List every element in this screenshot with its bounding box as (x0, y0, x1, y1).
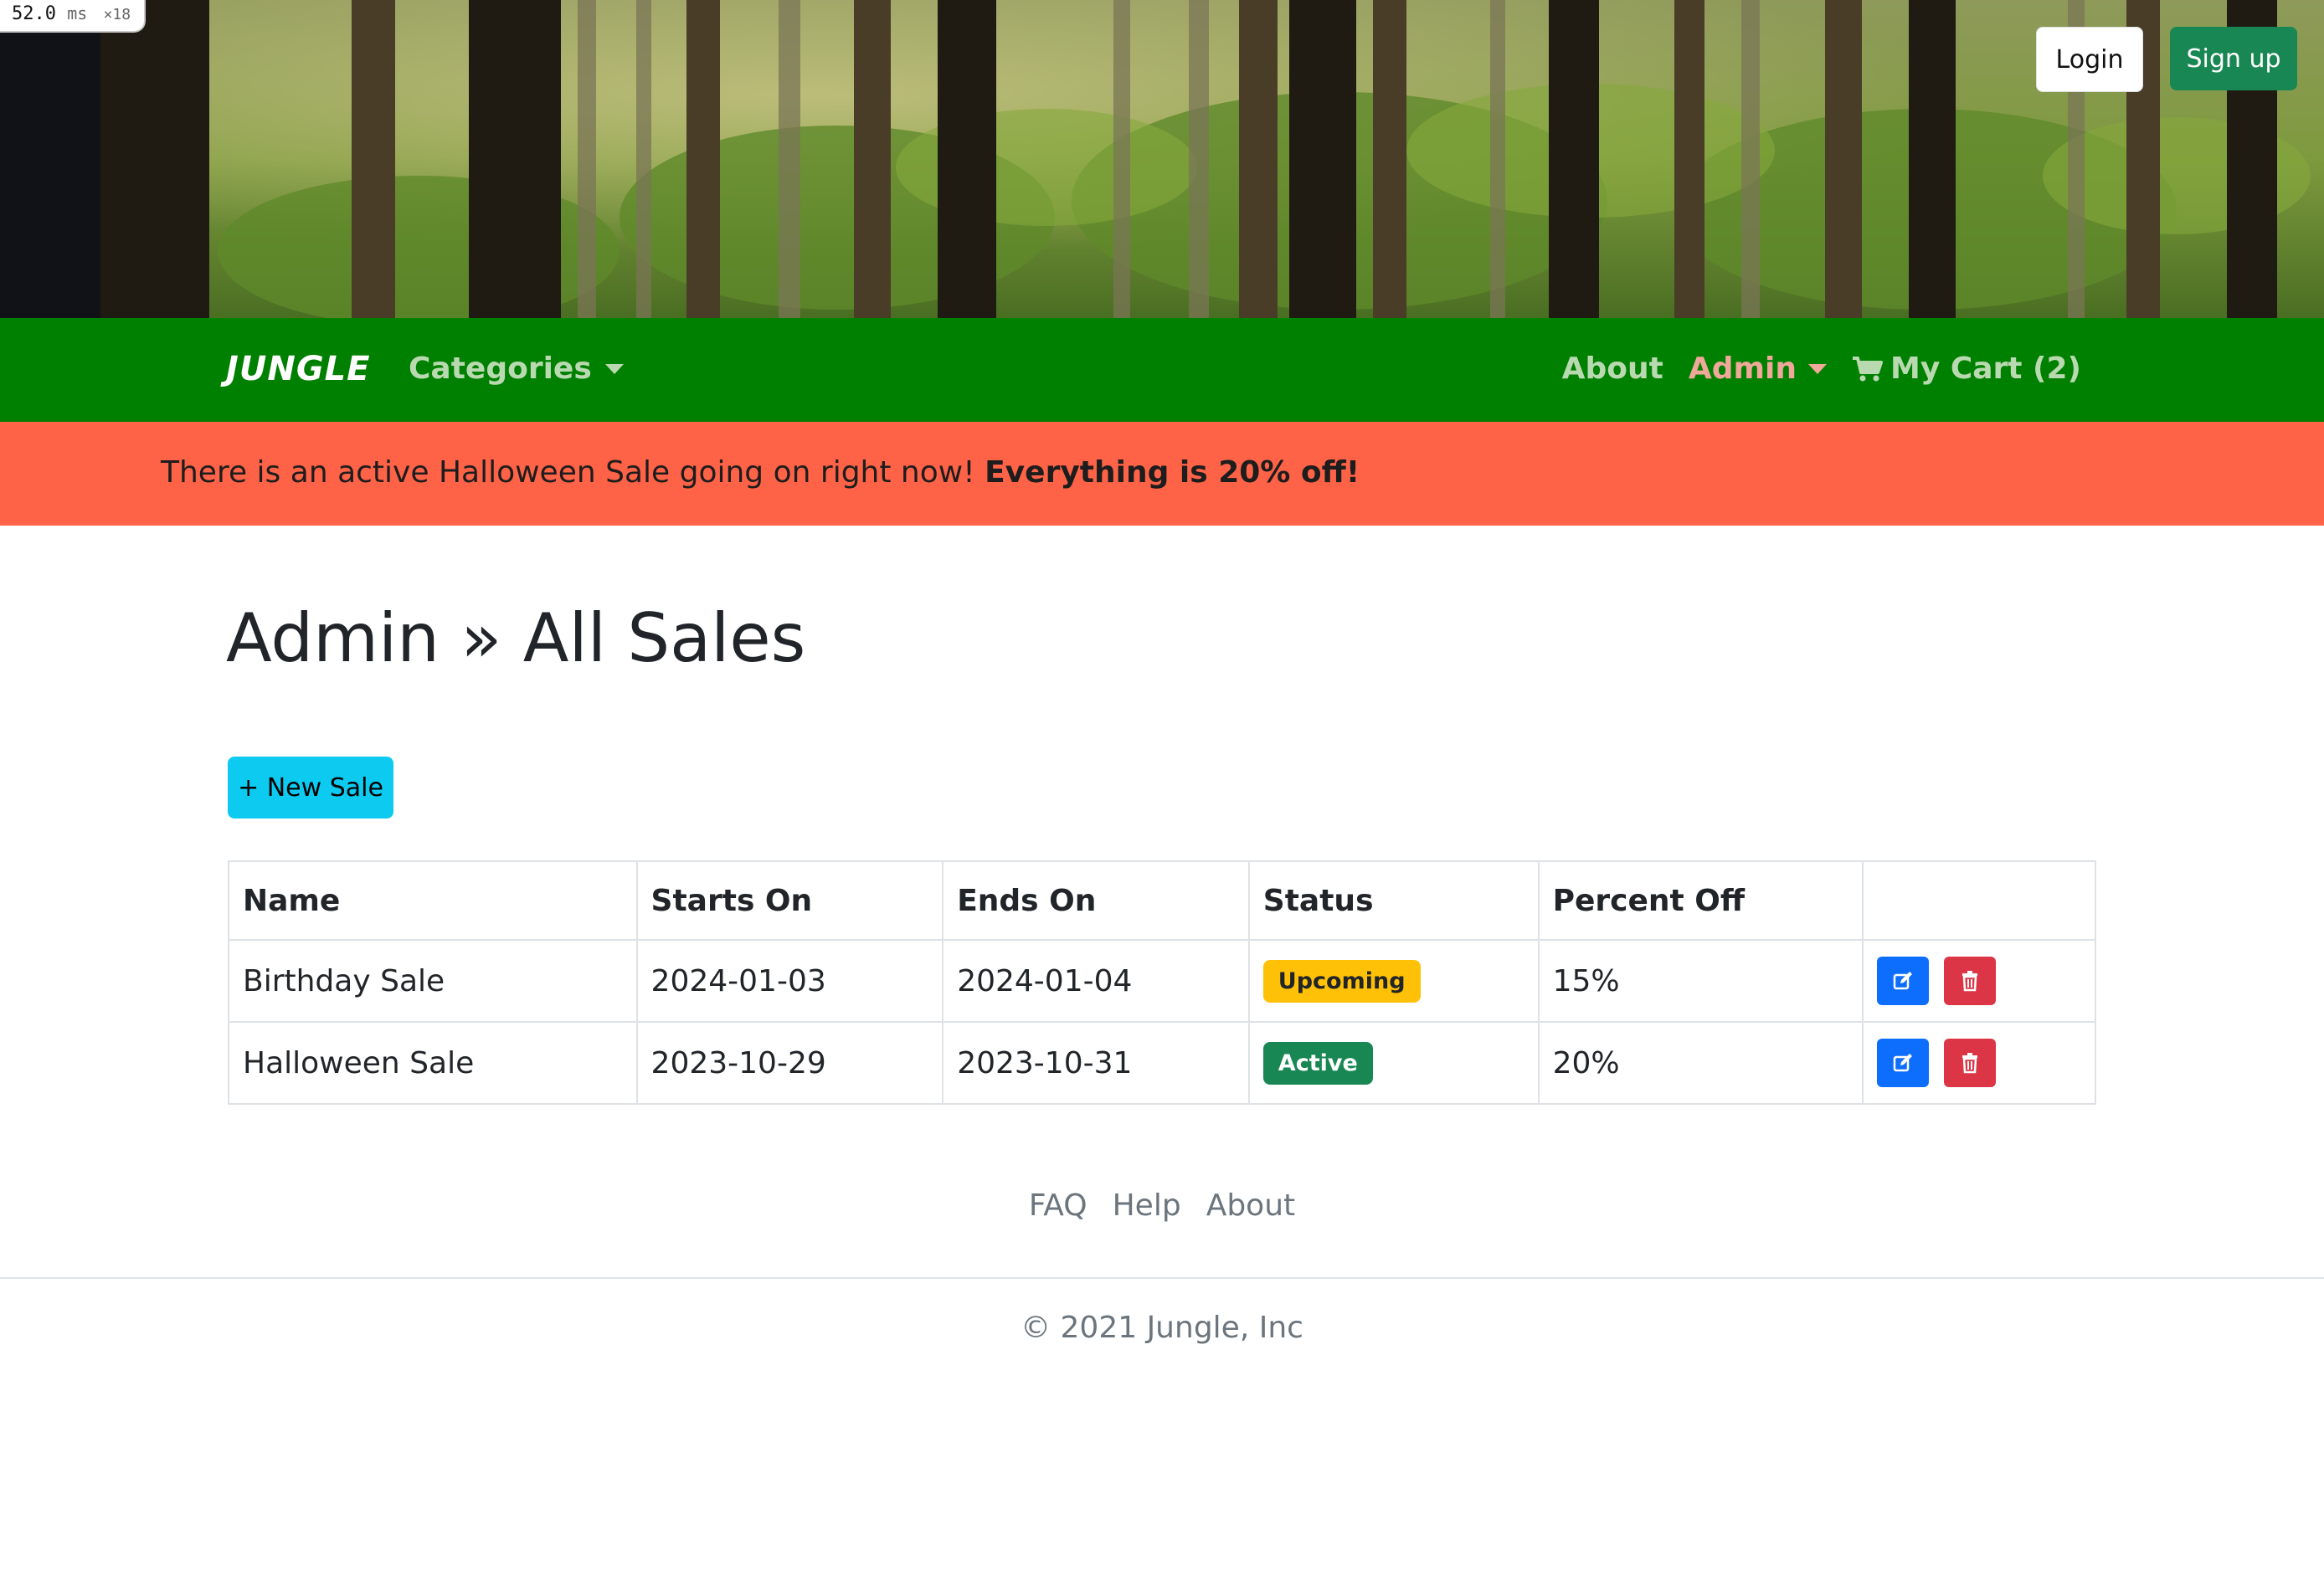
auth-actions: Login Sign up (2036, 27, 2297, 92)
trash-icon (1962, 1053, 1977, 1074)
sale-ends-on: 2023-10-31 (942, 1021, 1250, 1105)
footer-links: FAQ Help About (0, 1188, 2324, 1223)
signup-button[interactable]: Sign up (2170, 27, 2297, 90)
cart-icon (1853, 356, 1883, 381)
delete-sale-button[interactable] (1943, 1039, 1996, 1087)
column-header-percent-off: Percent Off (1537, 860, 1864, 941)
perf-overlay: 52.0 ms ×18 (0, 0, 147, 33)
sale-ends-on: 2024-01-04 (942, 939, 1250, 1023)
sale-name: Birthday Sale (228, 939, 638, 1023)
main-navbar: JUNGLE Categories About Admin My Cart (2… (0, 318, 2324, 422)
edit-sale-button[interactable] (1877, 957, 1930, 1005)
sale-starts-on: 2023-10-29 (635, 1021, 944, 1105)
status-badge: Upcoming (1262, 959, 1421, 1003)
new-sale-button[interactable]: + New Sale (228, 757, 393, 819)
chevron-down-icon (604, 363, 624, 374)
edit-icon (1893, 972, 1913, 990)
sale-banner-emphasis: Everything is 20% off! (985, 455, 1360, 490)
sale-percent-off: 15% (1537, 939, 1864, 1023)
sale-actions-cell (1862, 1021, 2096, 1105)
trash-icon (1962, 971, 1977, 992)
sales-table: Name Starts On Ends On Status Percent Of… (228, 860, 2096, 1105)
brand-logo[interactable]: JUNGLE (226, 350, 370, 388)
sale-status-cell: Active (1247, 1021, 1540, 1105)
edit-icon (1893, 1054, 1913, 1072)
sale-starts-on: 2024-01-03 (635, 939, 944, 1023)
column-header-starts-on: Starts On (635, 860, 944, 941)
chevron-down-icon (1808, 363, 1827, 374)
sale-banner-message: There is an active Halloween Sale going … (161, 455, 975, 490)
nav-categories-label: Categories (409, 352, 592, 386)
hero-forest-image: Login Sign up (0, 0, 2324, 318)
sale-status-cell: Upcoming (1247, 939, 1540, 1023)
footer-link-about[interactable]: About (1206, 1188, 1295, 1223)
column-header-actions (1862, 860, 2096, 941)
nav-about-link[interactable]: About (1562, 352, 1663, 386)
page-title: Admin » All Sales (226, 599, 806, 677)
footer-link-help[interactable]: Help (1113, 1188, 1181, 1223)
perf-multiplier: ×18 (103, 6, 131, 23)
login-button[interactable]: Login (2036, 27, 2143, 92)
table-row: Birthday Sale 2024-01-03 2024-01-04 Upco… (228, 939, 2096, 1023)
nav-admin-label: Admin (1688, 352, 1797, 386)
delete-sale-button[interactable] (1943, 957, 1996, 1005)
nav-admin-dropdown[interactable]: Admin (1689, 352, 1827, 386)
column-header-status: Status (1247, 860, 1540, 941)
table-header-row: Name Starts On Ends On Status Percent Of… (228, 860, 2096, 941)
status-badge: Active (1262, 1041, 1373, 1085)
footer-link-faq[interactable]: FAQ (1029, 1188, 1087, 1223)
footer-divider (0, 1277, 2324, 1279)
nav-cart-link[interactable]: My Cart (2) (1852, 352, 2081, 386)
perf-value: 52.0 (12, 3, 56, 24)
table-row: Halloween Sale 2023-10-29 2023-10-31 Act… (228, 1021, 2096, 1105)
forest-illustration (0, 0, 2324, 318)
nav-right-group: About Admin My Cart (2) (1562, 352, 2081, 386)
sale-percent-off: 20% (1537, 1021, 1864, 1105)
perf-unit: ms (67, 3, 88, 23)
copyright-text: © 2021 Jungle, Inc (1021, 1311, 1303, 1345)
sale-banner-text: There is an active Halloween Sale going … (161, 455, 1360, 490)
nav-categories-dropdown[interactable]: Categories (409, 352, 624, 386)
edit-sale-button[interactable] (1877, 1039, 1930, 1087)
sale-actions-cell (1862, 939, 2096, 1023)
sale-banner: There is an active Halloween Sale going … (0, 422, 2324, 526)
column-header-name: Name (228, 860, 638, 941)
nav-cart-label: My Cart (2) (1890, 352, 2081, 386)
column-header-ends-on: Ends On (942, 860, 1250, 941)
sale-name: Halloween Sale (228, 1021, 638, 1105)
